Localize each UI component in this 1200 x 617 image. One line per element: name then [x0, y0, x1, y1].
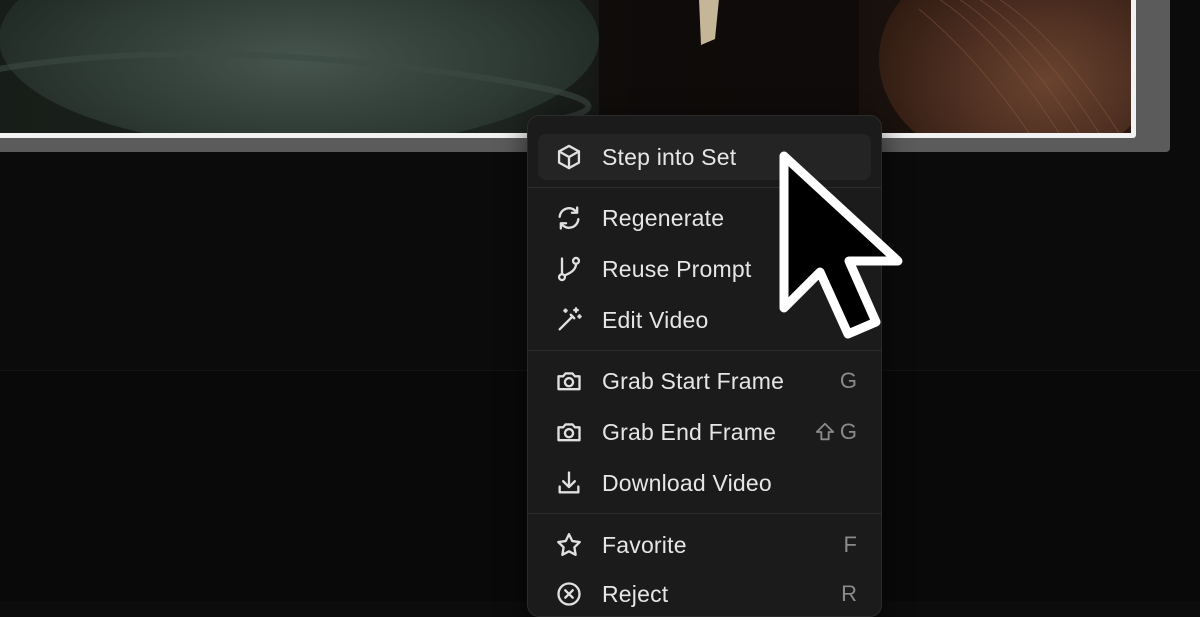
shortcut-key: R [841, 581, 857, 606]
refresh-icon [554, 203, 584, 233]
menu-item-label: Step into Set [602, 143, 737, 170]
menu-item-download-video[interactable]: Download Video [538, 460, 871, 506]
shortcut-hint: G [840, 368, 857, 394]
menu-item-reject[interactable]: Reject R [538, 571, 871, 616]
shortcut-hint: R [841, 581, 857, 607]
shortcut-key: F [843, 532, 857, 557]
menu-item-label: Regenerate [602, 204, 725, 231]
menu-item-grab-start-frame[interactable]: Grab Start Frame G [538, 358, 871, 404]
menu-item-label: Edit Video [602, 306, 709, 333]
menu-item-reuse-prompt[interactable]: Reuse Prompt [538, 246, 871, 292]
menu-separator [528, 187, 881, 188]
menu-item-label: Reject [602, 580, 669, 607]
menu-item-label: Grab Start Frame [602, 367, 785, 394]
menu-item-favorite[interactable]: Favorite F [538, 522, 871, 568]
shortcut-key: G [839, 368, 857, 393]
camera-icon [554, 366, 584, 396]
shortcut-hint: G [814, 419, 857, 445]
context-menu: Step into Set Regenerate Reuse Prompt Ed… [527, 115, 882, 617]
magic-wand-icon [554, 305, 584, 335]
branch-icon [554, 254, 584, 284]
shift-icon [814, 421, 836, 443]
cube-icon [554, 142, 584, 172]
menu-separator [528, 350, 881, 351]
camera-icon [554, 417, 584, 447]
menu-item-regenerate[interactable]: Regenerate [538, 195, 871, 241]
menu-item-label: Reuse Prompt [602, 255, 752, 282]
x-circle-icon [554, 579, 584, 609]
star-icon [554, 530, 584, 560]
menu-separator [528, 513, 881, 514]
shortcut-hint: F [844, 532, 857, 558]
menu-item-label: Download Video [602, 469, 772, 496]
menu-item-label: Favorite [602, 531, 687, 558]
menu-item-edit-video[interactable]: Edit Video [538, 297, 871, 343]
download-icon [554, 468, 584, 498]
shortcut-key: G [839, 419, 857, 444]
menu-item-step-into-set[interactable]: Step into Set [538, 134, 871, 180]
menu-item-grab-end-frame[interactable]: Grab End Frame G [538, 409, 871, 455]
